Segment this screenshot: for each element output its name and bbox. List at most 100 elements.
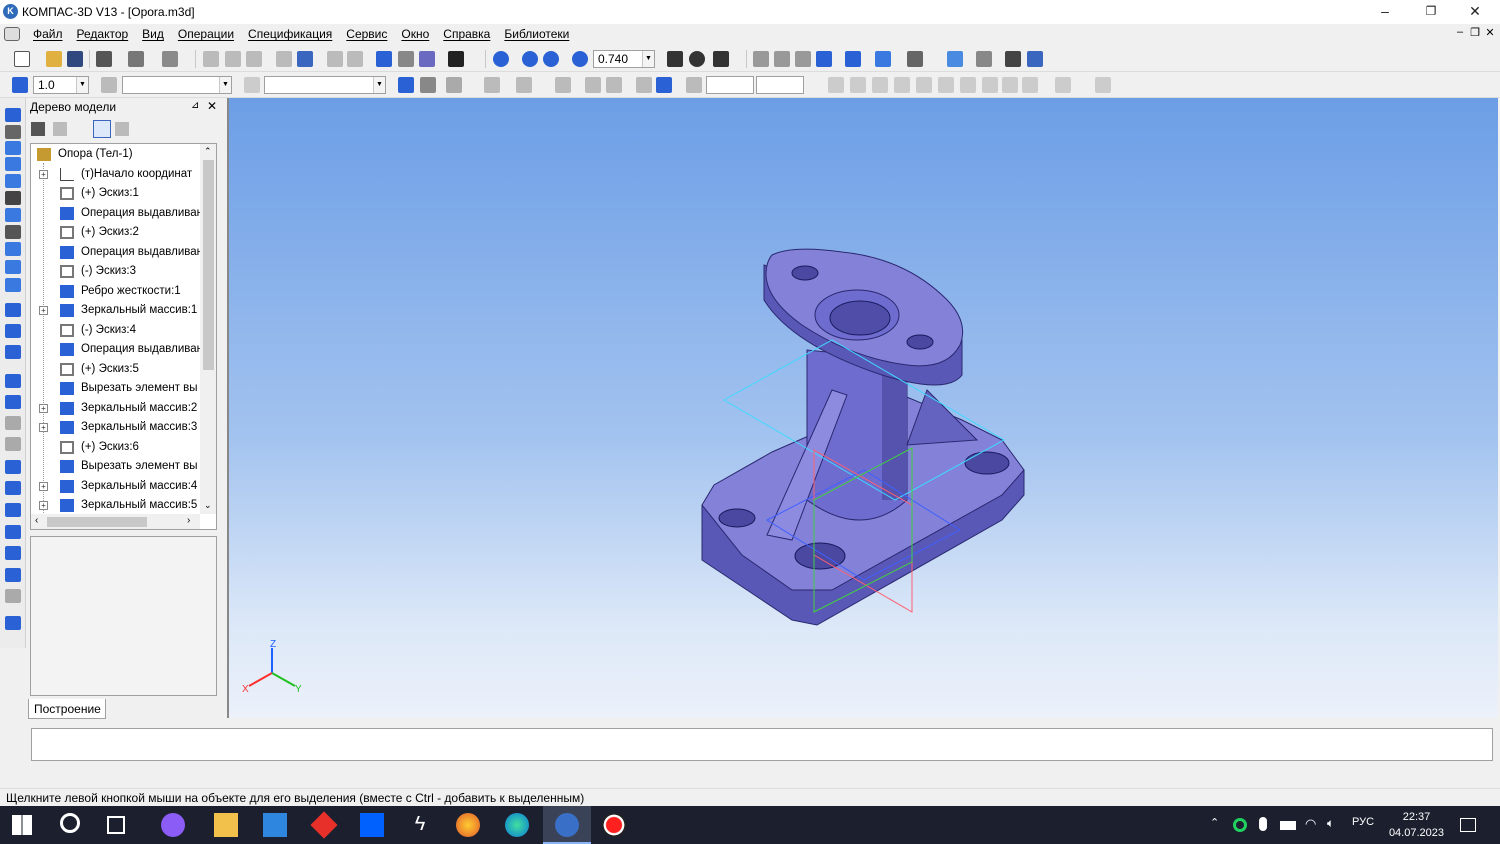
snap-toggle-icon[interactable] <box>656 77 672 93</box>
pan-icon[interactable] <box>667 51 683 67</box>
snap-center-icon[interactable] <box>1002 77 1018 93</box>
cortana-icon[interactable] <box>161 813 185 837</box>
help-pointer-icon[interactable] <box>448 51 464 67</box>
rotate-sketch-icon[interactable] <box>446 77 462 93</box>
coords-icon[interactable] <box>686 77 702 93</box>
language-indicator[interactable]: РУС <box>1352 816 1374 828</box>
minimize-button[interactable]: – <box>1362 0 1408 24</box>
chevron-down-icon[interactable]: ▼ <box>219 77 231 93</box>
zoom-in-icon[interactable] <box>543 51 559 67</box>
doc-restore-button[interactable]: ❐ <box>1468 26 1482 39</box>
add-icon[interactable] <box>1095 77 1111 93</box>
search-icon[interactable] <box>60 813 80 833</box>
volume-icon[interactable]: 🔈︎ <box>1327 816 1334 831</box>
expand-icon[interactable]: + <box>39 481 48 491</box>
tree-scroll-thumb[interactable] <box>203 160 214 370</box>
zoom-scale-icon[interactable] <box>572 51 588 67</box>
tree-item[interactable]: (+) Эскиз:6 <box>31 438 201 457</box>
file-explorer-icon[interactable] <box>214 813 238 837</box>
panel-sketch-icon[interactable] <box>5 125 21 139</box>
tree-item[interactable]: Операция выдавливан <box>31 204 203 223</box>
tree-item[interactable]: + (т)Начало координат <box>31 165 201 184</box>
close-panel-icon[interactable]: ✕ <box>207 99 217 113</box>
menu-file[interactable]: Файл <box>26 27 70 41</box>
restore-button[interactable]: ❐ <box>1408 0 1454 24</box>
snap-tangent-icon[interactable] <box>916 77 932 93</box>
snap-end-icon[interactable] <box>850 77 866 93</box>
section-icon[interactable] <box>976 51 992 67</box>
menu-operations[interactable]: Операции <box>171 27 241 41</box>
notifications-icon[interactable] <box>1460 818 1476 832</box>
firefox-icon[interactable] <box>456 813 480 837</box>
wireframe-icon[interactable] <box>753 51 769 67</box>
manager-icon[interactable] <box>376 51 392 67</box>
record-icon[interactable] <box>602 813 626 837</box>
menu-view[interactable]: Вид <box>135 27 171 41</box>
tree-item[interactable]: Вырезать элемент вы <box>31 457 201 476</box>
dropbox-icon[interactable] <box>360 813 384 837</box>
tool-kinematic-icon[interactable] <box>5 345 21 359</box>
open-file-icon[interactable] <box>46 51 62 67</box>
tree-item[interactable]: (-) Эскиз:3 <box>31 262 201 281</box>
command-box[interactable] <box>31 728 1493 761</box>
panel-aux-icon[interactable] <box>5 174 21 188</box>
expand-icon[interactable]: + <box>39 306 48 315</box>
close-button[interactable]: ✕ <box>1452 0 1498 24</box>
perspective-icon[interactable] <box>875 51 891 67</box>
rotate-icon[interactable] <box>689 51 705 67</box>
save-icon[interactable] <box>67 51 83 67</box>
panel-dimensions-icon[interactable] <box>5 191 21 205</box>
tree-item[interactable]: + Зеркальный массив:3 <box>31 418 201 437</box>
copy-icon[interactable] <box>225 51 241 67</box>
tab-build[interactable]: Построение <box>28 699 106 719</box>
tree-item[interactable]: + Зеркальный массив:5 <box>31 496 201 515</box>
tree-item[interactable]: (-) Эскиз:4 <box>31 321 201 340</box>
tool-shell-icon[interactable] <box>5 437 21 451</box>
chevron-down-icon[interactable]: ▼ <box>76 77 88 93</box>
step-combo[interactable]: 1.0 ▼ <box>33 76 89 94</box>
tool-hole-icon[interactable] <box>5 416 21 430</box>
tree-item[interactable]: + Зеркальный массив:1 <box>31 301 201 320</box>
microphone-icon[interactable] <box>1259 817 1267 831</box>
document-icon[interactable] <box>4 27 20 41</box>
tray-app-icon[interactable] <box>1233 818 1247 832</box>
tree-item[interactable]: Операция выдавливан <box>31 243 203 262</box>
panel-arrays-icon[interactable] <box>5 157 21 171</box>
model-render[interactable] <box>229 98 1498 718</box>
menu-specification[interactable]: Спецификация <box>241 27 339 41</box>
menu-edit[interactable]: Редактор <box>70 27 136 41</box>
mail-icon[interactable] <box>263 813 287 837</box>
tree-item[interactable]: Вырезать элемент вы <box>31 379 201 398</box>
edge-icon[interactable] <box>505 813 529 837</box>
shaded-edges-icon[interactable] <box>845 51 861 67</box>
tree-item[interactable]: + Зеркальный массив:2 <box>31 399 201 418</box>
menu-help[interactable]: Справка <box>436 27 497 41</box>
angle-icon[interactable] <box>585 77 601 93</box>
tree-item[interactable]: Ребро жесткости:1 <box>31 282 201 301</box>
panel-measure-icon[interactable] <box>5 260 21 274</box>
windows-start-icon[interactable] <box>12 815 32 835</box>
expand-icon[interactable]: + <box>39 403 48 413</box>
style-combo[interactable]: ▼ <box>264 76 386 94</box>
panel-report-icon[interactable] <box>5 242 21 256</box>
menu-service[interactable]: Сервис <box>339 27 394 41</box>
tree-item[interactable]: (+) Эскиз:2 <box>31 223 201 242</box>
tool-rib-icon[interactable] <box>5 460 21 474</box>
expand-icon[interactable]: + <box>39 423 48 432</box>
panel-editing-icon[interactable] <box>5 108 21 122</box>
print-icon[interactable] <box>96 51 112 67</box>
tool-chamfer-icon[interactable] <box>5 481 21 495</box>
panel-curves-icon[interactable] <box>5 141 21 155</box>
filter-icon[interactable] <box>907 51 923 67</box>
tree-structure-icon[interactable] <box>31 122 45 136</box>
panel-surface-icon[interactable] <box>5 278 21 292</box>
chevron-down-icon[interactable]: ▼ <box>642 51 654 67</box>
tree-filter-icon[interactable] <box>53 122 67 136</box>
update-icon[interactable] <box>1027 51 1043 67</box>
measure-icon[interactable] <box>1005 51 1021 67</box>
snap-grid-icon[interactable] <box>982 77 998 93</box>
anydesk-icon[interactable] <box>310 811 338 839</box>
panel-spec-icon[interactable] <box>5 225 21 239</box>
param-icon[interactable] <box>484 77 500 93</box>
expand-icon[interactable]: + <box>39 501 48 510</box>
